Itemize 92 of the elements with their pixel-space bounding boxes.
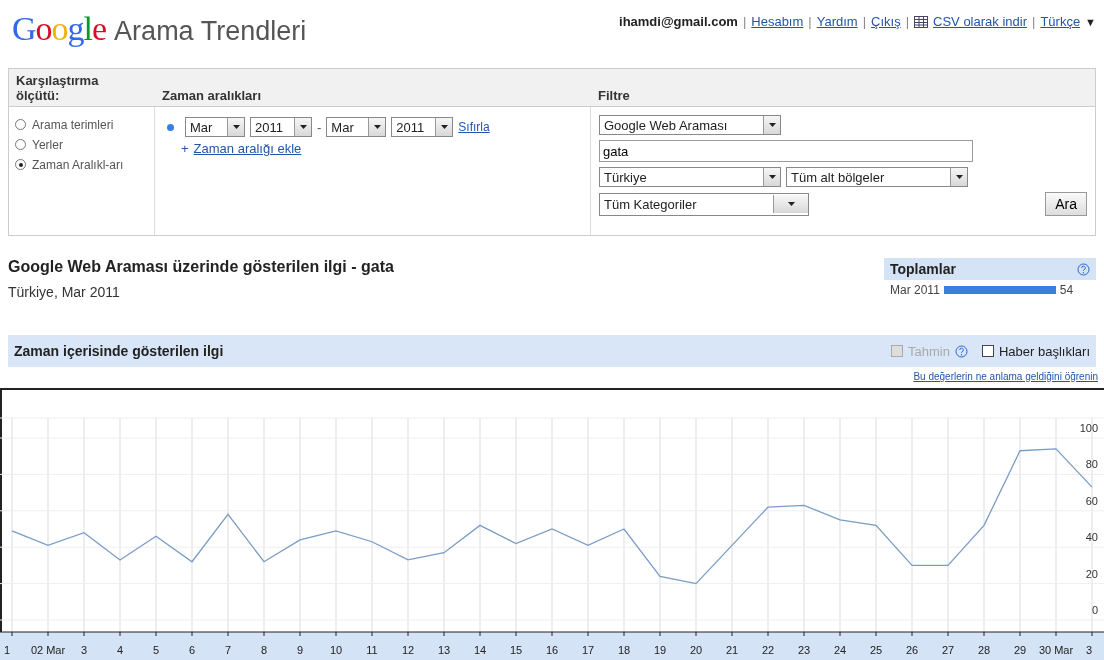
- header-link[interactable]: CSV olarak indir: [933, 14, 1027, 29]
- source-select[interactable]: Google Web Araması: [599, 115, 781, 135]
- section-title: Zaman içerisinde gösterilen ilgi: [14, 343, 224, 359]
- x-tick-label: 19: [653, 644, 667, 656]
- separator: |: [905, 14, 910, 29]
- year-select[interactable]: 2011: [250, 117, 312, 137]
- separator: |: [862, 14, 867, 29]
- x-tick-label: 1: [4, 644, 11, 656]
- header-link[interactable]: Yardım: [816, 14, 858, 29]
- checkbox-label: Tahmin: [908, 343, 950, 359]
- language-link[interactable]: Türkçe: [1040, 14, 1081, 29]
- month-select[interactable]: Mar: [185, 117, 245, 137]
- x-tick-label: 5: [152, 644, 160, 656]
- x-tick-label: 8: [260, 644, 268, 656]
- separator: |: [808, 14, 812, 29]
- year-select[interactable]: 2011: [391, 117, 454, 137]
- caret-icon: [299, 125, 307, 129]
- help-icon[interactable]: [1077, 262, 1090, 276]
- caret-icon: [440, 125, 448, 129]
- header-link[interactable]: Çıkış: [871, 14, 901, 29]
- x-tick-label: 25: [869, 644, 883, 656]
- x-tick-label: 22: [761, 644, 775, 656]
- y-tick-label: 80: [1085, 458, 1098, 471]
- caret-icon[interactable]: ▼: [1085, 15, 1096, 28]
- x-tick-label: 12: [401, 644, 415, 656]
- y-tick-label: 0: [1091, 604, 1098, 616]
- x-tick-label: 28: [977, 644, 991, 656]
- caret-icon: [768, 123, 776, 127]
- checkbox[interactable]: [981, 345, 994, 357]
- reset-link[interactable]: Sıfırla: [458, 120, 490, 134]
- caret-icon: [768, 175, 776, 179]
- page-title: Arama Trendleri: [114, 16, 307, 47]
- radio-label: Arama terimleri: [32, 117, 115, 133]
- query-field[interactable]: gata: [599, 140, 973, 162]
- totals-heading: Toplamlar: [890, 261, 956, 277]
- x-tick-label: 26: [905, 644, 919, 656]
- caret-icon: [373, 125, 381, 129]
- header-link[interactable]: Hesabım: [751, 14, 804, 29]
- logo: Google: [12, 10, 107, 48]
- column-heading: Zaman aralıkları: [162, 88, 261, 103]
- result-subtitle: Türkiye, Mar 2011: [8, 284, 121, 300]
- radio-label: Yerler: [32, 137, 64, 153]
- x-tick-label: 21: [725, 644, 739, 656]
- result-title: Google Web Araması üzerinde gösterilen ilgi - gata: [8, 258, 394, 276]
- x-tick-label: 3: [80, 644, 88, 656]
- separator: |: [1032, 14, 1036, 29]
- x-tick-label: 6: [188, 644, 196, 656]
- y-tick-label: 20: [1085, 567, 1098, 580]
- x-tick-label: 27: [941, 644, 955, 656]
- table-icon: [914, 15, 929, 28]
- account-email: ihamdi@gmail.com: [619, 14, 738, 29]
- category-select[interactable]: Tüm Kategoriler: [599, 192, 809, 216]
- x-tick-label: 02 Mar: [30, 644, 66, 656]
- country-select[interactable]: Türkiye: [599, 167, 781, 187]
- x-tick-label: 10: [329, 644, 343, 656]
- range-dash: -: [317, 119, 322, 135]
- x-tick-label: 9: [296, 644, 304, 656]
- explain-link[interactable]: Bu değerlerin ne anlama geldiğini öğrenin: [913, 371, 1098, 386]
- x-tick-label: 11: [366, 644, 378, 656]
- x-tick-label: 17: [581, 644, 595, 656]
- x-tick-label: 23: [797, 644, 811, 656]
- range-dot-icon: [167, 123, 174, 131]
- totals-label: Mar 2011: [890, 283, 940, 297]
- y-tick-label: 100: [1079, 422, 1098, 434]
- caret-icon: [787, 202, 795, 206]
- caret-icon: [955, 175, 963, 179]
- x-tick-label: 14: [473, 644, 487, 656]
- y-tick-label: 40: [1085, 531, 1098, 544]
- x-tick-label: 3: [1085, 644, 1092, 656]
- x-tick-label: 4: [116, 644, 124, 656]
- search-button[interactable]: Ara: [1045, 192, 1087, 216]
- caret-icon: [232, 125, 240, 129]
- x-tick-label: 30 Mar: [1038, 644, 1074, 656]
- x-tick-label: 13: [437, 644, 451, 656]
- x-tick-label: 29: [1013, 644, 1027, 656]
- x-tick-label: 20: [689, 644, 703, 656]
- x-tick-label: 7: [224, 644, 232, 656]
- x-tick-label: 15: [509, 644, 523, 656]
- totals-value: 54: [1059, 283, 1074, 297]
- x-tick-label: 18: [617, 644, 631, 656]
- plus-sign: +: [181, 141, 189, 156]
- x-tick-label: 16: [545, 644, 559, 656]
- month-select[interactable]: Mar: [326, 117, 387, 137]
- radio-label: Zaman Aralıkl-arı: [32, 157, 125, 173]
- separator: |: [742, 14, 747, 29]
- add-range-link[interactable]: Zaman aralığı ekle: [193, 141, 302, 156]
- region-select[interactable]: Tüm alt bölgeler: [786, 167, 968, 187]
- y-tick-label: 60: [1085, 494, 1098, 507]
- x-tick-label: 24: [833, 644, 847, 656]
- checkbox-label: Haber başlıkları: [998, 343, 1090, 359]
- column-heading: Karşılaştırma ölçütü:: [16, 73, 100, 103]
- column-heading: Filtre: [598, 88, 630, 103]
